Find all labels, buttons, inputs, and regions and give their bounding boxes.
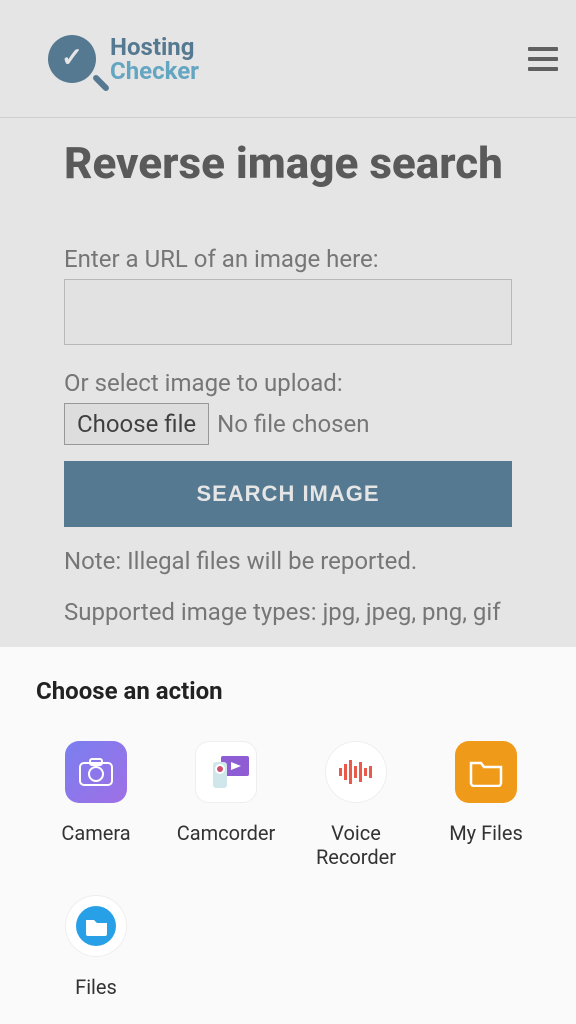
file-chosen-status: No file chosen xyxy=(217,410,369,438)
search-image-button[interactable]: SEARCH IMAGE xyxy=(64,461,512,527)
action-item-camcorder[interactable]: Camcorder xyxy=(166,741,286,869)
action-sheet-title: Choose an action xyxy=(36,677,546,705)
logo-mark-icon xyxy=(48,35,96,83)
action-item-voice-recorder[interactable]: Voice Recorder xyxy=(296,741,416,869)
files-icon xyxy=(65,895,127,957)
app-header: Hosting Checker xyxy=(0,0,576,118)
logo-line2: Checker xyxy=(110,59,199,83)
note-illegal: Note: Illegal files will be reported. xyxy=(64,545,512,579)
action-item-files[interactable]: Files xyxy=(36,895,156,999)
action-label: Camcorder xyxy=(177,821,276,845)
logo-text: Hosting Checker xyxy=(110,35,199,83)
note-supported-types: Supported image types: jpg, jpeg, png, g… xyxy=(64,596,512,630)
action-label: My Files xyxy=(449,821,523,845)
action-label: Files xyxy=(75,975,117,999)
upload-field-label: Or select image to upload: xyxy=(64,369,512,397)
logo[interactable]: Hosting Checker xyxy=(48,35,199,83)
camera-icon xyxy=(65,741,127,803)
action-item-my-files[interactable]: My Files xyxy=(426,741,546,869)
camcorder-icon xyxy=(195,741,257,803)
action-label: Camera xyxy=(61,821,130,845)
action-sheet: Choose an action Camera Camcorder Voice … xyxy=(0,647,576,1024)
action-item-camera[interactable]: Camera xyxy=(36,741,156,869)
action-label: Voice Recorder xyxy=(296,821,416,869)
my-files-icon xyxy=(455,741,517,803)
choose-file-button[interactable]: Choose file xyxy=(64,403,209,445)
main-content: Reverse image search Enter a URL of an i… xyxy=(0,118,576,650)
page-title: Reverse image search xyxy=(64,138,512,189)
voice-recorder-icon xyxy=(325,741,387,803)
hamburger-menu-icon[interactable] xyxy=(528,47,558,71)
url-field-label: Enter a URL of an image here: xyxy=(64,245,512,273)
action-grid: Camera Camcorder Voice Recorder My Files xyxy=(36,741,546,999)
image-url-input[interactable] xyxy=(64,279,512,345)
logo-line1: Hosting xyxy=(110,35,199,59)
